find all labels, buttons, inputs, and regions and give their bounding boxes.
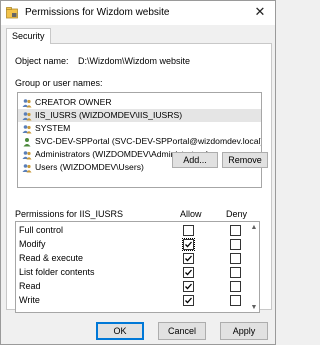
permission-name: Write [19,295,40,305]
scroll-up-arrow[interactable]: ▲ [249,222,259,232]
checkmark-icon [185,297,192,304]
remove-button[interactable]: Remove [222,152,268,168]
deny-column-header: Deny [226,209,248,219]
list-item-label: IIS_IUSRS (WIZDOMDEV\IIS_IUSRS) [35,110,183,120]
title-bar: Permissions for Wizdom website ✕ [1,1,275,25]
list-item-label: Users (WIZDOMDEV\Users) [35,162,144,172]
add-button-label: Add... [183,155,207,165]
allow-column-header: Allow [180,209,202,219]
object-name-label: Object name: [15,56,69,66]
deny-checkbox[interactable] [230,225,241,236]
cancel-button[interactable]: Cancel [158,322,206,340]
allow-checkbox[interactable] [183,225,194,236]
permission-row: Write [16,294,259,308]
folder-lock-icon [6,7,18,19]
users-group-icon [22,163,32,172]
security-panel: Object name: D:\Wizdom\Wizdom website Gr… [6,43,272,313]
users-group-icon [22,98,32,107]
object-name-value: D:\Wizdom\Wizdom website [78,56,191,66]
list-item[interactable]: SVC-DEV-SPPortal (SVC-DEV-SPPortal@wizdo… [18,135,261,148]
deny-checkbox[interactable] [230,267,241,278]
permission-row: List folder contents [16,266,259,280]
permission-row: Read & execute [16,252,259,266]
allow-checkbox[interactable] [183,253,194,264]
checkmark-icon [185,255,192,262]
remove-button-label: Remove [228,155,262,165]
allow-checkbox[interactable] [182,238,195,251]
list-item[interactable]: CREATOR OWNER [18,96,261,109]
users-group-icon [22,124,32,133]
window-title: Permissions for Wizdom website [25,7,170,18]
scroll-down-arrow[interactable]: ▼ [249,302,259,312]
close-button[interactable]: ✕ [245,1,275,23]
list-item[interactable]: IIS_IUSRS (WIZDOMDEV\IIS_IUSRS) [18,109,261,122]
permission-name: Read [19,281,41,291]
apply-button[interactable]: Apply [220,322,268,340]
permission-row: Full control [16,224,259,238]
permission-name: Full control [19,225,64,235]
tab-label: Security [12,31,45,41]
users-group-icon [22,150,32,159]
tab-security[interactable]: Security [6,28,51,44]
permission-name: Modify [19,239,46,249]
close-icon: ✕ [254,4,266,19]
list-item-label: CREATOR OWNER [35,97,112,107]
permission-row: Read [16,280,259,294]
cancel-button-label: Cancel [167,326,196,336]
deny-checkbox[interactable] [230,295,241,306]
permissions-list[interactable]: Full control Modify Read & execute List … [15,221,260,313]
ok-button[interactable]: OK [96,322,144,340]
checkmark-icon [185,283,192,290]
user-icon [23,137,31,146]
list-item-label: SVC-DEV-SPPortal (SVC-DEV-SPPortal@wizdo… [35,136,261,146]
add-button[interactable]: Add... [172,152,218,168]
deny-checkbox[interactable] [230,253,241,264]
permissions-dialog: Permissions for Wizdom website ✕ Securit… [0,0,276,345]
users-group-icon [22,111,32,120]
list-item-label: SYSTEM [35,123,71,133]
apply-button-label: Apply [232,326,256,336]
allow-checkbox[interactable] [183,281,194,292]
allow-checkbox[interactable] [183,295,194,306]
checkmark-icon [185,241,192,248]
permission-name: Read & execute [19,253,84,263]
deny-checkbox[interactable] [230,239,241,250]
list-item[interactable]: SYSTEM [18,122,261,135]
permission-row: Modify [16,238,259,252]
group-user-list[interactable]: CREATOR OWNER IIS_IUSRS (WIZDOMDEV\IIS_I… [17,92,262,188]
ok-button-label: OK [113,326,127,336]
permission-name: List folder contents [19,267,95,277]
allow-checkbox[interactable] [183,267,194,278]
checkmark-icon [185,269,192,276]
deny-checkbox[interactable] [230,281,241,292]
group-list-label: Group or user names: [15,78,103,88]
permissions-header: Permissions for IIS_IUSRS [15,209,124,219]
